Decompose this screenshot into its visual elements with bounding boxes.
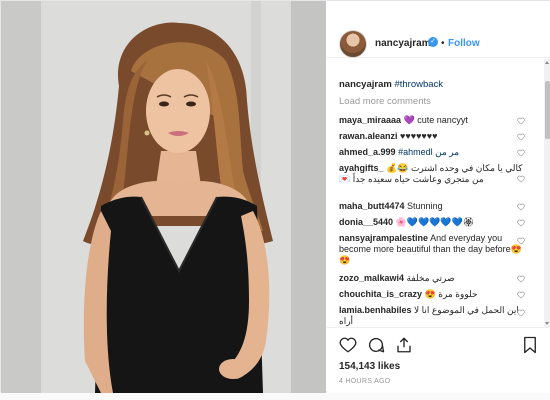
comment-username[interactable]: rawan.aleanzi bbox=[339, 131, 398, 141]
scroll-up-arrow-icon[interactable] bbox=[545, 61, 549, 64]
comment-item: chouchita_is_crazy حلووة مرة 😍 bbox=[339, 289, 529, 300]
header-separator: • bbox=[441, 38, 445, 49]
comment-item: zozo_malkawi4 صرتي مخلفة bbox=[339, 273, 529, 284]
share-upload-icon[interactable] bbox=[395, 336, 413, 354]
like-heart-icon[interactable] bbox=[339, 336, 357, 354]
comment-username[interactable]: maya_miraaaa bbox=[339, 115, 401, 125]
post-photo[interactable] bbox=[1, 1, 326, 393]
comment-item: ahmed_a.999 #ahmedl مر من bbox=[339, 147, 529, 158]
comment-text: #ahmedl مر من bbox=[398, 147, 460, 157]
instagram-post: nancyajram ✓ • Follow nancyajram #throwb… bbox=[0, 0, 550, 393]
comment-username[interactable]: maha_butt4474 bbox=[339, 201, 405, 211]
woman-portrait-illustration bbox=[1, 1, 326, 393]
comment-username[interactable]: donia__5440 bbox=[339, 217, 393, 227]
comment-text: 💜 cute nancyyt bbox=[403, 115, 468, 125]
comment-item: nansyajrampalestine And everyday you bec… bbox=[339, 233, 529, 267]
comment-like-heart-icon[interactable] bbox=[517, 237, 525, 245]
likes-count[interactable]: 154,143 likes bbox=[339, 361, 400, 372]
comment-text: صرتي مخلفة bbox=[406, 273, 455, 283]
save-bookmark-icon[interactable] bbox=[521, 336, 539, 354]
comments-list[interactable]: nancyajram #throwback Load more comments… bbox=[327, 59, 550, 327]
comment-text: حلووة مرة 😍 bbox=[424, 289, 478, 299]
comment-username[interactable]: chouchita_is_crazy bbox=[339, 289, 422, 299]
comment-like-heart-icon[interactable] bbox=[517, 149, 525, 157]
profile-avatar[interactable] bbox=[339, 30, 367, 58]
comment-item: rawan.aleanzi ♥♥♥♥♥♥♥ bbox=[339, 131, 529, 142]
comment-like-heart-icon[interactable] bbox=[517, 291, 525, 299]
scrollbar-thumb[interactable] bbox=[545, 81, 550, 139]
comment-item: lamia.benhabiles اين الحمل في الموضوع ان… bbox=[339, 305, 529, 327]
comment-text: 🌸💙💙💙💙💙🏵 bbox=[395, 217, 475, 227]
comment-username[interactable]: ahmed_a.999 bbox=[339, 147, 396, 157]
comment-like-heart-icon[interactable] bbox=[517, 133, 525, 141]
caption-hashtag[interactable]: #throwback bbox=[394, 79, 443, 90]
comment-item: maya_miraaaa 💜 cute nancyyt bbox=[339, 115, 529, 126]
comment-item: ayahgifts_ كالي يا مكان في وحده اشترت 😂💰… bbox=[339, 163, 529, 197]
comments-scrollbar[interactable] bbox=[544, 59, 550, 327]
scroll-down-arrow-icon[interactable] bbox=[545, 322, 549, 325]
post-timestamp[interactable]: 4 HOURS AGO bbox=[339, 378, 391, 385]
comment-username[interactable]: zozo_malkawi4 bbox=[339, 273, 404, 283]
comment-item: maha_butt4474 Stunning bbox=[339, 201, 529, 212]
comment-like-heart-icon[interactable] bbox=[517, 219, 525, 227]
comment-username[interactable]: ayahgifts_ bbox=[339, 163, 384, 173]
follow-button[interactable]: Follow bbox=[448, 38, 480, 49]
post-actions: 154,143 likes 4 HOURS AGO bbox=[327, 327, 550, 393]
comment-bubble-icon[interactable] bbox=[367, 336, 385, 354]
post-header: nancyajram ✓ • Follow bbox=[327, 1, 550, 58]
caption-username[interactable]: nancyajram bbox=[339, 79, 392, 90]
comment-like-heart-icon[interactable] bbox=[517, 203, 525, 211]
post-side-panel: nancyajram ✓ • Follow nancyajram #throwb… bbox=[327, 1, 550, 393]
comment-text: ♥♥♥♥♥♥♥ bbox=[400, 131, 438, 141]
comment-text: Stunning bbox=[407, 201, 443, 211]
comment-username[interactable]: nansyajrampalestine bbox=[339, 233, 428, 243]
comment-like-heart-icon[interactable] bbox=[517, 309, 525, 317]
comment-like-heart-icon[interactable] bbox=[517, 117, 525, 125]
verified-badge-icon: ✓ bbox=[428, 37, 438, 47]
header-username[interactable]: nancyajram bbox=[375, 38, 431, 49]
comment-username[interactable]: lamia.benhabiles bbox=[339, 305, 412, 315]
comment-item: donia__5440 🌸💙💙💙💙💙🏵 bbox=[339, 217, 529, 228]
load-more-comments-link[interactable]: Load more comments bbox=[339, 96, 431, 107]
post-caption: nancyajram #throwback bbox=[339, 79, 443, 90]
comment-like-heart-icon[interactable] bbox=[517, 175, 525, 183]
comment-like-heart-icon[interactable] bbox=[517, 275, 525, 283]
